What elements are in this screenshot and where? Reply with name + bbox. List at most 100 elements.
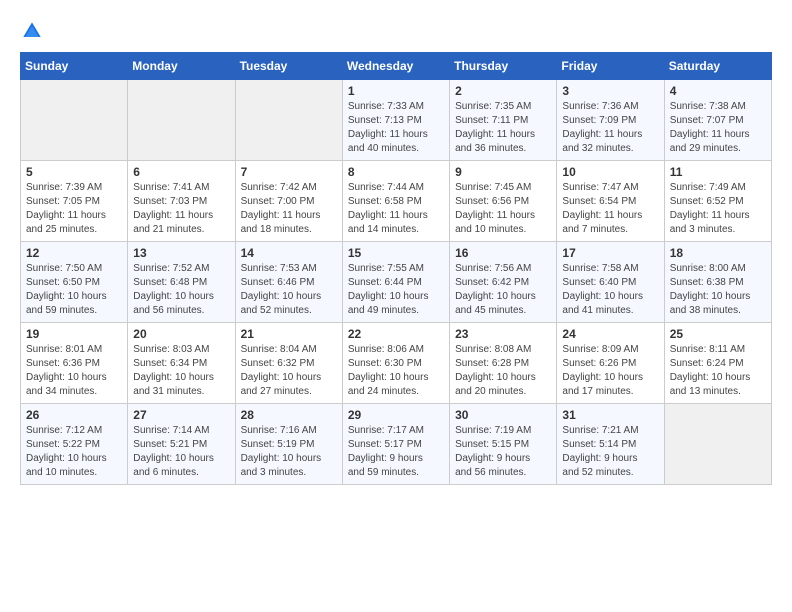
weekday-header-monday: Monday	[128, 52, 235, 79]
day-info: Sunrise: 7:16 AM Sunset: 5:19 PM Dayligh…	[241, 424, 337, 480]
day-info: Sunrise: 8:04 AM Sunset: 6:32 PM Dayligh…	[241, 343, 337, 399]
day-number: 18	[670, 246, 766, 260]
calendar-cell: 3 Sunrise: 7:36 AM Sunset: 7:09 PM Daylig…	[557, 79, 664, 160]
calendar-cell: 29 Sunrise: 7:17 AM Sunset: 5:17 PM Dayli…	[342, 403, 449, 484]
weekday-header-thursday: Thursday	[450, 52, 557, 79]
day-number: 11	[670, 165, 766, 179]
calendar-cell: 9 Sunrise: 7:45 AM Sunset: 6:56 PM Daylig…	[450, 160, 557, 241]
calendar-week-1: 1Sunrise: 7:33 AM Sunset: 7:13 PM Daylig…	[21, 79, 772, 160]
day-number: 15	[348, 246, 444, 260]
day-number: 25	[670, 327, 766, 341]
calendar-cell: 18 Sunrise: 8:00 AM Sunset: 6:38 PM Dayli…	[664, 241, 771, 322]
logo	[20, 20, 42, 42]
day-info: Sunrise: 7:50 AM Sunset: 6:50 PM Dayligh…	[26, 262, 122, 318]
day-info: Sunrise: 8:03 AM Sunset: 6:34 PM Dayligh…	[133, 343, 229, 399]
calendar-cell: 7 Sunrise: 7:42 AM Sunset: 7:00 PM Daylig…	[235, 160, 342, 241]
calendar-cell: 30Sunrise: 7:19 AM Sunset: 5:15 PM Dayli…	[450, 403, 557, 484]
day-number: 3	[562, 84, 658, 98]
day-number: 14	[241, 246, 337, 260]
day-number: 6	[133, 165, 229, 179]
calendar-cell	[235, 79, 342, 160]
day-info: Sunrise: 7:44 AM Sunset: 6:58 PM Dayligh…	[348, 181, 444, 237]
day-info: Sunrise: 8:11 AM Sunset: 6:24 PM Dayligh…	[670, 343, 766, 399]
day-number: 21	[241, 327, 337, 341]
day-info: Sunrise: 7:38 AM Sunset: 7:07 PM Dayligh…	[670, 100, 766, 156]
day-number: 29	[348, 408, 444, 422]
calendar-cell: 2Sunrise: 7:35 AM Sunset: 7:11 PM Daylig…	[450, 79, 557, 160]
calendar-cell: 19 Sunrise: 8:01 AM Sunset: 6:36 PM Dayli…	[21, 322, 128, 403]
day-info: Sunrise: 7:17 AM Sunset: 5:17 PM Dayligh…	[348, 424, 444, 480]
calendar-week-5: 26 Sunrise: 7:12 AM Sunset: 5:22 PM Dayli…	[21, 403, 772, 484]
calendar-cell: 4 Sunrise: 7:38 AM Sunset: 7:07 PM Daylig…	[664, 79, 771, 160]
day-info: Sunrise: 7:49 AM Sunset: 6:52 PM Dayligh…	[670, 181, 766, 237]
calendar-cell: 16 Sunrise: 7:56 AM Sunset: 6:42 PM Dayli…	[450, 241, 557, 322]
day-number: 16	[455, 246, 551, 260]
day-info: Sunrise: 7:41 AM Sunset: 7:03 PM Dayligh…	[133, 181, 229, 237]
day-info: Sunrise: 7:39 AM Sunset: 7:05 PM Dayligh…	[26, 181, 122, 237]
calendar-cell: 17 Sunrise: 7:58 AM Sunset: 6:40 PM Dayli…	[557, 241, 664, 322]
day-info: Sunrise: 7:47 AM Sunset: 6:54 PM Dayligh…	[562, 181, 658, 237]
day-info: Sunrise: 8:09 AM Sunset: 6:26 PM Dayligh…	[562, 343, 658, 399]
calendar-cell: 1Sunrise: 7:33 AM Sunset: 7:13 PM Daylig…	[342, 79, 449, 160]
weekday-header-sunday: Sunday	[21, 52, 128, 79]
calendar-cell: 11 Sunrise: 7:49 AM Sunset: 6:52 PM Dayli…	[664, 160, 771, 241]
day-info: Sunrise: 8:06 AM Sunset: 6:30 PM Dayligh…	[348, 343, 444, 399]
page-header	[20, 20, 772, 42]
day-info: Sunrise: 8:00 AM Sunset: 6:38 PM Dayligh…	[670, 262, 766, 318]
calendar-cell	[128, 79, 235, 160]
calendar-cell: 8 Sunrise: 7:44 AM Sunset: 6:58 PM Daylig…	[342, 160, 449, 241]
calendar-cell: 20Sunrise: 8:03 AM Sunset: 6:34 PM Dayli…	[128, 322, 235, 403]
weekday-header-saturday: Saturday	[664, 52, 771, 79]
day-info: Sunrise: 7:33 AM Sunset: 7:13 PM Dayligh…	[348, 100, 444, 156]
day-info: Sunrise: 7:56 AM Sunset: 6:42 PM Dayligh…	[455, 262, 551, 318]
day-info: Sunrise: 8:08 AM Sunset: 6:28 PM Dayligh…	[455, 343, 551, 399]
day-number: 19	[26, 327, 122, 341]
calendar-cell: 24 Sunrise: 8:09 AM Sunset: 6:26 PM Dayli…	[557, 322, 664, 403]
day-info: Sunrise: 7:42 AM Sunset: 7:00 PM Dayligh…	[241, 181, 337, 237]
calendar-cell: 23Sunrise: 8:08 AM Sunset: 6:28 PM Dayli…	[450, 322, 557, 403]
day-info: Sunrise: 7:52 AM Sunset: 6:48 PM Dayligh…	[133, 262, 229, 318]
day-number: 24	[562, 327, 658, 341]
day-info: Sunrise: 8:01 AM Sunset: 6:36 PM Dayligh…	[26, 343, 122, 399]
weekday-header-friday: Friday	[557, 52, 664, 79]
day-number: 4	[670, 84, 766, 98]
day-number: 5	[26, 165, 122, 179]
calendar-week-3: 12 Sunrise: 7:50 AM Sunset: 6:50 PM Dayli…	[21, 241, 772, 322]
calendar-cell: 21 Sunrise: 8:04 AM Sunset: 6:32 PM Dayli…	[235, 322, 342, 403]
day-number: 7	[241, 165, 337, 179]
calendar-cell: 10 Sunrise: 7:47 AM Sunset: 6:54 PM Dayli…	[557, 160, 664, 241]
day-number: 10	[562, 165, 658, 179]
day-info: Sunrise: 7:19 AM Sunset: 5:15 PM Dayligh…	[455, 424, 551, 480]
calendar-cell: 5 Sunrise: 7:39 AM Sunset: 7:05 PM Daylig…	[21, 160, 128, 241]
logo-icon	[22, 21, 42, 41]
calendar-cell: 14 Sunrise: 7:53 AM Sunset: 6:46 PM Dayli…	[235, 241, 342, 322]
calendar-table: SundayMondayTuesdayWednesdayThursdayFrid…	[20, 52, 772, 485]
day-number: 12	[26, 246, 122, 260]
calendar-body: 1Sunrise: 7:33 AM Sunset: 7:13 PM Daylig…	[21, 79, 772, 484]
day-number: 26	[26, 408, 122, 422]
calendar-cell: 22Sunrise: 8:06 AM Sunset: 6:30 PM Dayli…	[342, 322, 449, 403]
calendar-cell: 28Sunrise: 7:16 AM Sunset: 5:19 PM Dayli…	[235, 403, 342, 484]
day-number: 8	[348, 165, 444, 179]
day-number: 27	[133, 408, 229, 422]
calendar-cell: 12 Sunrise: 7:50 AM Sunset: 6:50 PM Dayli…	[21, 241, 128, 322]
day-number: 9	[455, 165, 551, 179]
weekday-header-row: SundayMondayTuesdayWednesdayThursdayFrid…	[21, 52, 772, 79]
calendar-cell: 13Sunrise: 7:52 AM Sunset: 6:48 PM Dayli…	[128, 241, 235, 322]
calendar-cell: 6 Sunrise: 7:41 AM Sunset: 7:03 PM Daylig…	[128, 160, 235, 241]
day-info: Sunrise: 7:53 AM Sunset: 6:46 PM Dayligh…	[241, 262, 337, 318]
day-info: Sunrise: 7:58 AM Sunset: 6:40 PM Dayligh…	[562, 262, 658, 318]
day-info: Sunrise: 7:36 AM Sunset: 7:09 PM Dayligh…	[562, 100, 658, 156]
day-number: 17	[562, 246, 658, 260]
calendar-cell: 25 Sunrise: 8:11 AM Sunset: 6:24 PM Dayli…	[664, 322, 771, 403]
calendar-cell: 26 Sunrise: 7:12 AM Sunset: 5:22 PM Dayli…	[21, 403, 128, 484]
day-info: Sunrise: 7:12 AM Sunset: 5:22 PM Dayligh…	[26, 424, 122, 480]
calendar-header: SundayMondayTuesdayWednesdayThursdayFrid…	[21, 52, 772, 79]
weekday-header-wednesday: Wednesday	[342, 52, 449, 79]
day-info: Sunrise: 7:21 AM Sunset: 5:14 PM Dayligh…	[562, 424, 658, 480]
day-info: Sunrise: 7:45 AM Sunset: 6:56 PM Dayligh…	[455, 181, 551, 237]
day-info: Sunrise: 7:35 AM Sunset: 7:11 PM Dayligh…	[455, 100, 551, 156]
calendar-cell: 31 Sunrise: 7:21 AM Sunset: 5:14 PM Dayli…	[557, 403, 664, 484]
calendar-cell: 15Sunrise: 7:55 AM Sunset: 6:44 PM Dayli…	[342, 241, 449, 322]
day-number: 31	[562, 408, 658, 422]
